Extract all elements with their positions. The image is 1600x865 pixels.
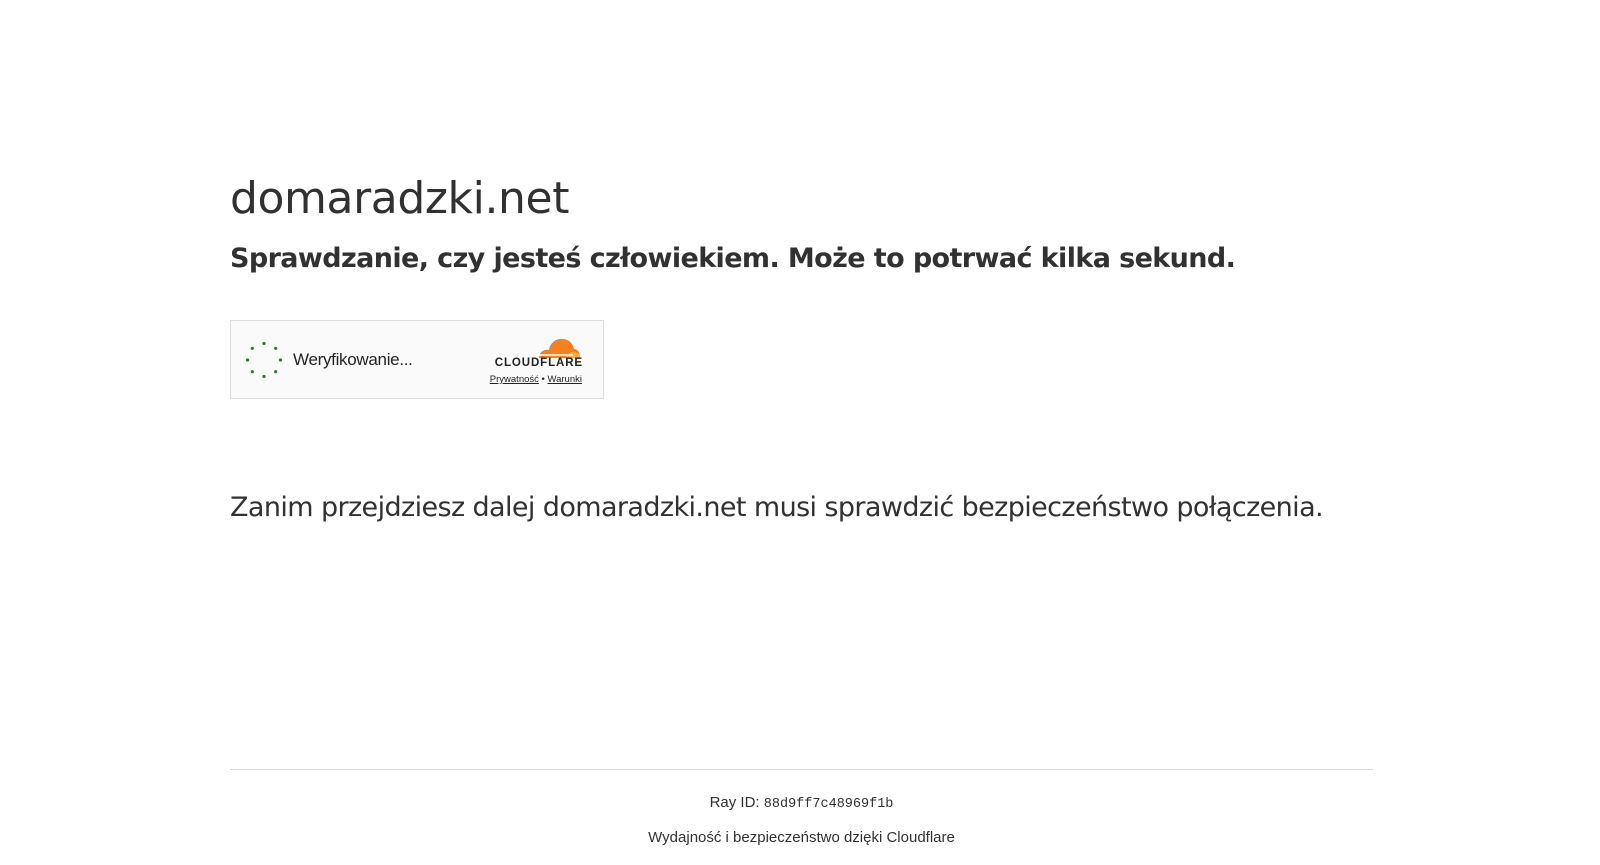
ray-id-value: 88d9ff7c48969f1b: [763, 797, 894, 812]
ray-id: Ray ID: 88d9ff7c48969f1b: [230, 793, 1373, 815]
security-check-message: Zanim przejdziesz dalej domaradzki.net m…: [230, 492, 1324, 523]
cloudflare-brand: CLOUDFLARE Prywatność • Warunki: [483, 335, 583, 387]
powered-by-text: Wydajność i bezpieczeństwo dzięki Cloudf…: [648, 829, 955, 846]
ray-id-label: Ray ID:: [709, 794, 760, 811]
loading-spinner-icon: [245, 341, 283, 379]
terms-link[interactable]: Warunki: [548, 374, 583, 385]
privacy-link[interactable]: Prywatność: [490, 374, 539, 385]
link-separator: •: [541, 374, 545, 385]
widget-links: Prywatność • Warunki: [490, 374, 582, 385]
turnstile-widget[interactable]: Weryfikowanie... CLOUDFLARE Prywatność •…: [230, 320, 604, 399]
cloudflare-cloud-icon: [538, 338, 580, 358]
page-subtitle: Sprawdzanie, czy jesteś człowiekiem. Moż…: [230, 243, 1236, 274]
cloudflare-wordmark: CLOUDFLARE: [494, 357, 583, 369]
footer-divider: [230, 769, 1373, 770]
page-title: domaradzki.net: [230, 173, 570, 224]
verifying-status-label: Weryfikowanie...: [293, 350, 413, 369]
